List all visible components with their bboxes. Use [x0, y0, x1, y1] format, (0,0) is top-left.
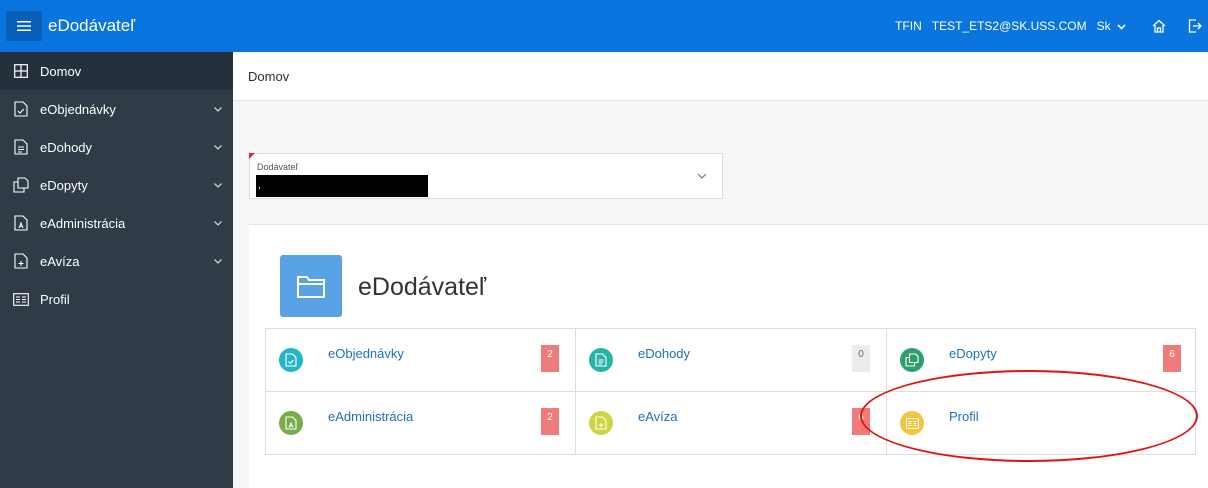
breadcrumb-current: Domov — [248, 68, 290, 84]
count-badge: 2 — [541, 408, 559, 435]
sidebar: Domov eObjednávky eDohody eDopyty eAdmin… — [0, 52, 233, 488]
breadcrumb: Domov — [233, 52, 1208, 101]
sidebar-item-eaviza[interactable]: eAvíza — [0, 242, 233, 280]
tile-edohody[interactable]: eDohody 0 — [576, 329, 887, 392]
count-badge: 0 — [852, 345, 870, 372]
sidebar-item-edopyty[interactable]: eDopyty — [0, 166, 233, 204]
tile-label: eAdministrácia — [328, 409, 414, 424]
tile-eaviza[interactable]: eAvíza 6 — [576, 392, 887, 455]
sidebar-item-eadministracia[interactable]: eAdministrácia — [0, 204, 233, 242]
tile-icon-circle — [589, 348, 613, 372]
language-label: Sk — [1096, 19, 1111, 33]
id-card-icon — [13, 291, 29, 307]
document-icon — [13, 139, 29, 155]
dashboard-panel: eDodávateľ eObjednávky 2 eDohody 0 eDopy… — [249, 224, 1208, 488]
logout-icon — [1188, 19, 1202, 33]
chevron-down-icon — [1117, 24, 1126, 30]
chevron-down-icon — [214, 107, 222, 112]
home-button[interactable] — [1150, 17, 1168, 35]
tile-icon-circle — [900, 411, 924, 435]
chevron-down-icon — [214, 183, 222, 188]
document-check-icon — [285, 353, 297, 367]
folder-icon — [280, 255, 342, 317]
home-icon — [1152, 19, 1166, 33]
sidebar-item-eobjednavky[interactable]: eObjednávky — [0, 90, 233, 128]
grid-icon — [13, 63, 29, 79]
top-bar: eDodávateľ TFIN TEST_ETS2@SK.USS.COM Sk — [0, 0, 1208, 52]
documents-copy-icon — [13, 177, 29, 193]
sidebar-item-label: Domov — [40, 63, 82, 79]
org-code: TFIN — [895, 19, 922, 33]
count-badge: 6 — [1163, 345, 1181, 372]
document-icon — [595, 353, 607, 367]
sidebar-item-label: eDohody — [40, 139, 93, 155]
id-card-icon — [905, 417, 919, 429]
tile-icon-circle — [279, 411, 303, 435]
tile-icon-circle — [900, 348, 924, 372]
sidebar-item-profil[interactable]: Profil — [0, 280, 233, 318]
sidebar-item-edohody[interactable]: eDohody — [0, 128, 233, 166]
count-badge: 6 — [852, 408, 870, 435]
document-user-icon — [13, 215, 29, 231]
logout-button[interactable] — [1186, 17, 1204, 35]
tile-eadministracia[interactable]: eAdministrácia 2 — [266, 392, 576, 455]
tile-label: eDopyty — [949, 346, 997, 361]
document-check-icon — [13, 101, 29, 117]
dashboard-tiles: eObjednávky 2 eDohody 0 eDopyty 6 eAdmin… — [265, 328, 1197, 455]
language-selector[interactable]: Sk — [1097, 19, 1126, 33]
hamburger-icon — [17, 21, 31, 31]
chevron-down-icon — [214, 145, 222, 150]
chevron-down-icon — [697, 173, 707, 179]
sidebar-item-domov[interactable]: Domov — [0, 52, 233, 90]
chevron-down-icon — [214, 221, 222, 226]
menu-toggle-button[interactable] — [6, 11, 42, 41]
chevron-down-icon — [214, 259, 222, 264]
sidebar-item-label: eAvíza — [40, 253, 80, 269]
sidebar-item-label: eObjednávky — [40, 101, 116, 117]
sidebar-item-label: eDopyty — [40, 177, 88, 193]
tile-label: Profil — [949, 409, 979, 424]
tile-label: eAvíza — [638, 409, 678, 424]
user-email[interactable]: TEST_ETS2@SK.USS.COM — [932, 19, 1087, 33]
tile-label: eDohody — [638, 346, 691, 361]
supplier-select-label: Dodávateľ — [257, 162, 299, 172]
main-content: Domov Dodávateľ , eDodávateľ eObjednávky… — [233, 52, 1208, 488]
supplier-select[interactable]: Dodávateľ , — [249, 153, 723, 199]
tile-edopyty[interactable]: eDopyty 6 — [887, 329, 1197, 392]
tile-label: eObjednávky — [328, 346, 404, 361]
tile-profil[interactable]: Profil — [887, 392, 1197, 455]
supplier-select-value: , — [256, 175, 428, 197]
count-badge: 2 — [541, 345, 559, 372]
sidebar-item-label: Profil — [40, 291, 70, 307]
tile-icon-circle — [589, 411, 613, 435]
documents-copy-icon — [905, 353, 919, 367]
required-marker — [249, 153, 255, 159]
document-user-icon — [285, 416, 297, 430]
sidebar-item-label: eAdministrácia — [40, 215, 126, 231]
dashboard-title: eDodávateľ — [358, 273, 487, 301]
document-plus-icon — [595, 416, 607, 430]
app-name[interactable]: eDodávateľ — [48, 16, 135, 36]
tile-eobjednavky[interactable]: eObjednávky 2 — [266, 329, 576, 392]
document-plus-icon — [13, 253, 29, 269]
tile-icon-circle — [279, 348, 303, 372]
